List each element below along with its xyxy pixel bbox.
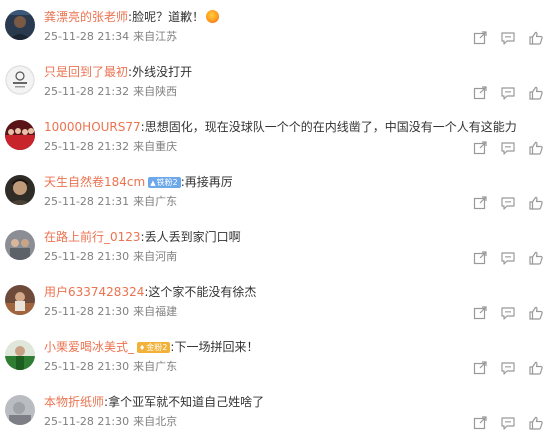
share-icon[interactable] [472,85,488,101]
share-icon[interactable] [472,360,488,376]
username-link[interactable]: 本物折纸师 [44,395,104,409]
avatar[interactable] [5,340,35,370]
username-link[interactable]: 小栗爱喝冰美式_ [44,340,134,354]
comment-item: 只是回到了最初:外线没打开 25-11-28 21:32 来自陕西 [0,55,548,111]
comment-line: 天生自然卷184cm ▲铁粉2:再接再厉 [44,174,233,190]
comment-item: 本物折纸师:拿个亚军就不知道自己姓啥了 25-11-28 21:30 来自北京 [0,385,548,441]
username-link[interactable]: 龚漂亮的张老师 [44,10,128,24]
location: 来自重庆 [133,140,178,153]
avatar[interactable] [5,175,35,205]
comment-item: 在路上前行_0123:丢人丢到家门口啊 25-11-28 21:30 来自河南 [0,220,548,276]
comment-text: :这个家不能没有徐杰 [144,285,257,299]
username-link[interactable]: 天生自然卷184cm [44,175,145,189]
comment-meta: 25-11-28 21:30 来自河南 [44,250,177,264]
comment-item: 10000HOURS77:思想固化，现在没球队一个个的在内线凿了，中国没有一个人… [0,110,548,166]
comment-meta: 25-11-28 21:30 来自北京 [44,415,177,429]
badge-label: 铁粉2 [156,178,178,187]
comment-line: 10000HOURS77:思想固化，现在没球队一个个的在内线凿了，中国没有一个人… [44,119,517,135]
like-icon[interactable] [528,30,544,46]
location: 来自广东 [133,195,178,208]
username-link[interactable]: 在路上前行_0123 [44,230,141,244]
share-icon[interactable] [472,305,488,321]
comment-icon[interactable] [500,30,516,46]
comment-item: 龚漂亮的张老师:脸呢？道歉！ 25-11-28 21:34 来自江苏 [0,0,548,56]
location: 来自北京 [133,415,178,428]
like-icon[interactable] [528,250,544,266]
comment-icon[interactable] [500,305,516,321]
location: 来自广东 [133,360,178,373]
comment-meta: 25-11-28 21:30 来自福建 [44,305,177,319]
comment-meta: 25-11-28 21:30 来自广东 [44,360,177,374]
angry-emoji-icon [206,10,220,23]
comment-line: 小栗爱喝冰美式_ ♦金粉2:下一场拼回来！ [44,339,258,355]
share-icon[interactable] [472,250,488,266]
comment-line: 用户6337428324:这个家不能没有徐杰 [44,284,256,300]
timestamp: 25-11-28 21:30 [44,415,130,428]
avatar[interactable] [5,65,35,95]
comment-icon[interactable] [500,360,516,376]
comment-line: 龚漂亮的张老师:脸呢？道歉！ [44,9,220,25]
comment-icon[interactable] [500,250,516,266]
timestamp: 25-11-28 21:30 [44,305,130,318]
badge-label: 金粉2 [146,343,168,352]
comment-item: 天生自然卷184cm ▲铁粉2:再接再厉 25-11-28 21:31 来自广东 [0,165,548,221]
comment-icon[interactable] [500,415,516,431]
comment-meta: 25-11-28 21:32 来自重庆 [44,140,177,154]
badge-icon: ♦ [139,344,146,352]
username-link[interactable]: 用户6337428324 [44,285,144,299]
comment-line: 在路上前行_0123:丢人丢到家门口啊 [44,229,241,245]
avatar[interactable] [5,120,35,150]
like-icon[interactable] [528,360,544,376]
comment-line: 只是回到了最初:外线没打开 [44,64,192,80]
avatar[interactable] [5,395,35,425]
comment-list: 龚漂亮的张老师:脸呢？道歉！ 25-11-28 21:34 来自江苏 只是回到了最初:… [0,0,548,440]
fan-badge: ♦金粉2 [137,342,171,353]
comment-text: :外线没打开 [128,65,193,79]
like-icon[interactable] [528,305,544,321]
share-icon[interactable] [472,415,488,431]
comment-text: :拿个亚军就不知道自己姓啥了 [104,395,265,409]
like-icon[interactable] [528,195,544,211]
avatar[interactable] [5,285,35,315]
timestamp: 25-11-28 21:30 [44,250,130,263]
avatar[interactable] [5,10,35,40]
like-icon[interactable] [528,140,544,156]
username-link[interactable]: 只是回到了最初 [44,65,128,79]
comment-item: 小栗爱喝冰美式_ ♦金粉2:下一场拼回来！ 25-11-28 21:30 来自广东 [0,330,548,386]
badge-icon: ▲ [150,179,156,187]
comment-meta: 25-11-28 21:31 来自广东 [44,195,177,209]
username-link[interactable]: 10000HOURS77 [44,120,141,134]
comment-icon[interactable] [500,195,516,211]
location: 来自福建 [133,305,178,318]
comment-icon[interactable] [500,140,516,156]
comment-icon[interactable] [500,85,516,101]
comment-item: 用户6337428324:这个家不能没有徐杰 25-11-28 21:30 来自福建 [0,275,548,331]
timestamp: 25-11-28 21:31 [44,195,130,208]
share-icon[interactable] [472,140,488,156]
share-icon[interactable] [472,30,488,46]
like-icon[interactable] [528,85,544,101]
timestamp: 25-11-28 21:32 [44,85,130,98]
timestamp: 25-11-28 21:34 [44,30,130,43]
comment-text: :丢人丢到家门口啊 [140,230,241,244]
comment-text: :思想固化，现在没球队一个个的在内线凿了，中国没有一个人有这能力 [140,120,517,134]
timestamp: 25-11-28 21:30 [44,360,130,373]
location: 来自江苏 [133,30,178,43]
comment-line: 本物折纸师:拿个亚军就不知道自己姓啥了 [44,394,264,410]
comment-meta: 25-11-28 21:32 来自陕西 [44,85,177,99]
like-icon[interactable] [528,415,544,431]
location: 来自河南 [133,250,178,263]
timestamp: 25-11-28 21:32 [44,140,130,153]
location: 来自陕西 [133,85,178,98]
share-icon[interactable] [472,195,488,211]
comment-text: :下一场拼回来！ [170,340,259,354]
avatar[interactable] [5,230,35,260]
comment-meta: 25-11-28 21:34 来自江苏 [44,30,177,44]
comment-text: :脸呢？道歉！ [128,10,205,24]
comment-text: :再接再厉 [180,175,233,189]
fan-badge: ▲铁粉2 [148,177,181,188]
